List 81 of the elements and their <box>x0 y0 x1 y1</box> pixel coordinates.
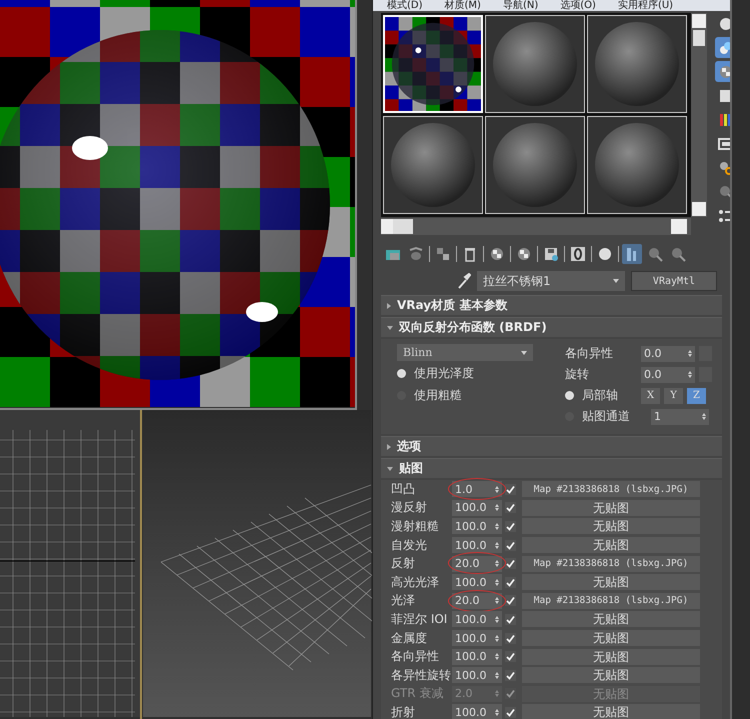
map-label: 光泽 <box>391 592 416 610</box>
material-slot[interactable] <box>383 116 483 214</box>
spinner-field[interactable]: 100.0 <box>452 667 502 684</box>
radio-option[interactable]: 贴图通道 <box>565 407 637 426</box>
brdf-type-dropdown[interactable]: Blinn <box>397 344 533 361</box>
map-label: 各向异性 <box>391 648 440 666</box>
map-button[interactable]: 无贴图 <box>522 537 700 554</box>
axis-button[interactable]: X <box>641 388 660 404</box>
rollout-header[interactable]: VRay材质 基本参数 <box>381 295 722 315</box>
checkbox[interactable] <box>505 706 516 718</box>
map-label: 菲涅尔 IOI <box>391 610 448 628</box>
checkbox[interactable] <box>505 502 516 514</box>
checkbox[interactable] <box>505 520 516 532</box>
checkbox[interactable] <box>505 595 516 606</box>
map-label: GTR 衰减 <box>391 685 444 702</box>
map-button[interactable]: 无贴图 <box>522 667 700 684</box>
map-label: 折射 <box>391 704 416 719</box>
material-slot[interactable] <box>485 116 585 214</box>
material-slot[interactable] <box>587 15 687 113</box>
spinner-field[interactable]: 100.0 <box>452 500 502 516</box>
material-slot[interactable] <box>587 116 687 214</box>
rollout-header[interactable]: 双向反射分布函数 (BRDF) <box>381 317 722 337</box>
map-label: 高光光泽 <box>391 574 440 591</box>
bars-icon[interactable] <box>622 244 642 264</box>
spinner-field[interactable]: 20.0 <box>452 592 502 609</box>
checkbox[interactable] <box>505 651 516 662</box>
checkbox[interactable] <box>505 576 516 588</box>
spinner-field[interactable]: 0.0 <box>641 346 695 362</box>
map-button[interactable]: 无贴图 <box>522 518 700 534</box>
map-button[interactable]: Map #2138386818 (lsbxg.JPG) <box>522 556 700 572</box>
radio-option[interactable]: 使用光泽度 <box>397 364 557 383</box>
menu-item[interactable]: 选项(O) <box>560 0 596 11</box>
map-label: 漫反射 <box>391 499 428 516</box>
checkbox[interactable] <box>505 540 516 551</box>
checkbox[interactable] <box>505 670 516 681</box>
checkbox[interactable] <box>505 558 516 570</box>
map-label: 反射 <box>391 555 416 572</box>
rollout-header[interactable]: 选项 <box>381 436 722 456</box>
spinner-field[interactable]: 100.0 <box>452 648 502 665</box>
map-label: 凹凸 <box>391 480 416 498</box>
spinner-field[interactable]: 100.0 <box>452 574 502 590</box>
map-label: 金属度 <box>391 630 428 647</box>
spinner-field[interactable]: 20.0 <box>452 556 502 572</box>
eyedropper-icon[interactable] <box>457 273 471 289</box>
checkbox[interactable] <box>505 614 516 625</box>
spinner-field[interactable]: 100.0 <box>452 630 502 646</box>
map-label: 自发光 <box>391 536 428 554</box>
material-type-button[interactable]: VRayMtl <box>631 271 717 291</box>
map-button[interactable]: Map #2138386818 (lsbxg.JPG) <box>522 592 700 609</box>
spinner-field[interactable]: 100.0 <box>452 704 502 719</box>
map-button[interactable]: 无贴图 <box>522 630 700 646</box>
spinner-field[interactable]: 0.0 <box>641 366 695 382</box>
map-button[interactable]: 无贴图 <box>522 611 700 628</box>
spinner-field[interactable]: 1 <box>651 408 709 424</box>
spinner-field[interactable]: 100.0 <box>452 537 502 554</box>
map-button[interactable]: 无贴图 <box>522 648 700 665</box>
map-label: 各异性旋转 <box>391 666 449 684</box>
checkbox[interactable] <box>505 484 516 495</box>
field-label: 旋转 <box>565 366 590 383</box>
radio-option[interactable]: 使用粗糙 <box>397 386 557 405</box>
map-button[interactable]: 无贴图 <box>522 500 700 516</box>
axis-button[interactable]: Y <box>664 388 683 404</box>
rollout-header[interactable]: 贴图 <box>381 458 722 478</box>
menu-item[interactable]: 模式(D) <box>387 0 423 11</box>
zero-icon[interactable] <box>568 244 588 264</box>
map-button[interactable]: 无贴图 <box>522 574 700 590</box>
spinner-field[interactable]: 1.0 <box>452 481 502 498</box>
spinner-field[interactable]: 100.0 <box>452 518 502 534</box>
checkbox[interactable] <box>505 632 516 644</box>
radio-option[interactable]: 局部轴 <box>565 386 637 405</box>
material-slot[interactable] <box>485 15 585 113</box>
field-label: 各向异性 <box>565 345 614 362</box>
spinner-field[interactable]: 100.0 <box>452 611 502 628</box>
map-button[interactable]: Map #2138386818 (lsbxg.JPG) <box>522 481 700 498</box>
map-label: 漫射粗糙 <box>391 518 440 535</box>
menu-item[interactable]: 材质(M) <box>444 0 481 11</box>
vertical-scrollbar[interactable] <box>691 13 707 217</box>
material-name-dropdown[interactable]: 拉丝不锈钢1 <box>477 271 625 291</box>
axis-button[interactable]: Z <box>687 388 706 404</box>
map-button[interactable]: 无贴图 <box>522 704 700 719</box>
spheres-icon[interactable] <box>715 37 730 58</box>
